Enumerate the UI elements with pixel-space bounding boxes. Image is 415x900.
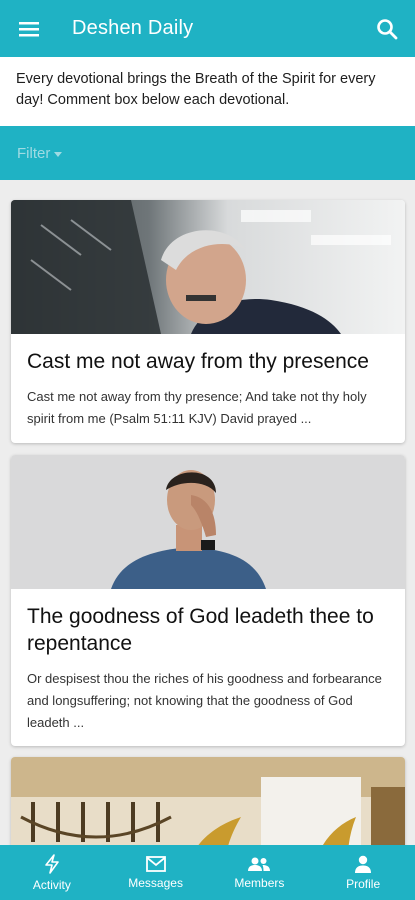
app-bar: Deshen Daily: [0, 0, 415, 57]
nav-activity-label: Activity: [32, 877, 71, 892]
nav-profile-label: Profile: [346, 876, 381, 891]
card-title: The goodness of God leadeth thee to repe…: [27, 605, 374, 655]
menu-button[interactable]: [0, 0, 58, 57]
nav-messages-label: Messages: [128, 875, 183, 890]
card-excerpt: Cast me not away from thy presence; And …: [27, 389, 367, 426]
menu-icon: [19, 21, 39, 36]
caret-down-icon: [54, 151, 63, 157]
profile-icon: [355, 855, 372, 873]
devotional-image: [11, 757, 405, 845]
filter-bar: Filter: [0, 126, 415, 180]
nav-messages[interactable]: Messages: [104, 845, 208, 900]
app-title: Deshen Daily: [72, 17, 194, 39]
activity-icon: [45, 853, 59, 874]
bottom-nav: Activity Messages Members Profile: [0, 845, 415, 900]
nav-profile[interactable]: Profile: [311, 845, 415, 900]
intro-text: Every devotional brings the Breath of th…: [0, 57, 415, 126]
card-title: Cast me not away from thy presence: [27, 350, 369, 373]
nav-activity[interactable]: Activity: [0, 845, 104, 900]
search-icon: [377, 18, 398, 39]
devotional-image: [11, 455, 405, 589]
search-button[interactable]: [359, 0, 415, 57]
filter-label: Filter: [17, 144, 51, 162]
messages-icon: [145, 855, 166, 872]
members-icon: [248, 857, 271, 871]
devotional-feed[interactable]: Cast me not away from thy presence Cast …: [0, 180, 415, 845]
devotional-image: [11, 200, 405, 334]
card-excerpt: Or despisest thou the riches of his good…: [27, 671, 382, 730]
filter-dropdown[interactable]: Filter: [17, 144, 63, 162]
devotional-card[interactable]: [11, 757, 405, 845]
devotional-card[interactable]: Cast me not away from thy presence Cast …: [11, 200, 405, 443]
nav-members-label: Members: [234, 875, 285, 890]
nav-members[interactable]: Members: [208, 845, 312, 900]
devotional-card[interactable]: The goodness of God leadeth thee to repe…: [11, 455, 405, 746]
